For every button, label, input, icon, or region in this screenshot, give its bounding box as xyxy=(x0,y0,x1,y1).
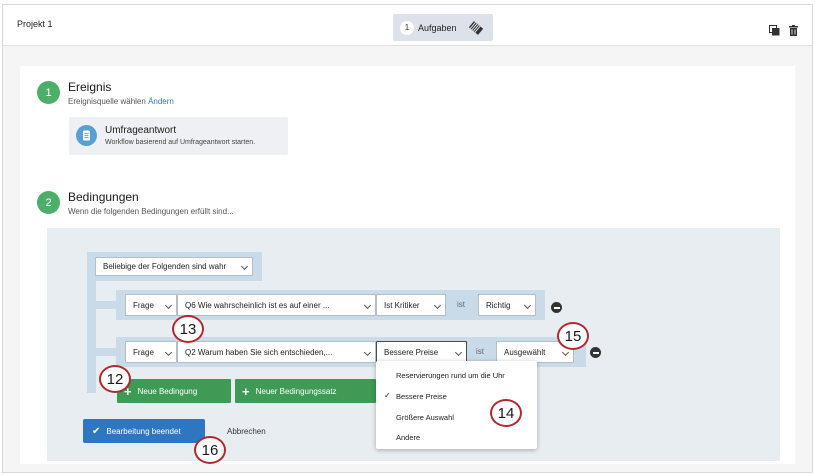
chevron-down-icon xyxy=(363,348,372,357)
add-condition-set-button[interactable]: + Neuer Bedingungssatz xyxy=(235,379,376,403)
chevron-down-icon xyxy=(164,301,173,310)
top-bar: Projekt 1 1 Aufgaben xyxy=(3,5,812,46)
row-connector xyxy=(96,301,117,309)
condition-question-value: Q6 Wie wahrscheinlich ist es auf einer .… xyxy=(185,300,330,310)
event-subtitle: Ereignisquelle wählen Ändern xyxy=(68,97,174,106)
event-subtitle-text: Ereignisquelle wählen xyxy=(68,97,146,106)
copy-icon[interactable] xyxy=(769,25,780,36)
conditions-subtitle: Wenn die folgenden Bedingungen erfüllt s… xyxy=(68,207,234,216)
condition-field-select[interactable]: Bessere Preise xyxy=(376,341,467,363)
cancel-link[interactable]: Abbrechen xyxy=(227,427,266,436)
change-event-link[interactable]: Ändern xyxy=(148,97,174,106)
group-logic-select[interactable]: Beliebige der Folgenden sind wahr xyxy=(95,257,253,276)
callout-marker: 14 xyxy=(490,399,522,427)
callout-marker: 12 xyxy=(99,365,131,393)
dropdown-option[interactable]: Größere Auswahl xyxy=(396,413,454,422)
trash-icon[interactable] xyxy=(788,25,799,36)
condition-type-select[interactable]: Frage xyxy=(125,294,177,316)
callout-marker: 13 xyxy=(172,315,204,343)
row-connector xyxy=(96,348,117,356)
condition-value: Richtig xyxy=(486,300,511,310)
step-number-event: 1 xyxy=(37,81,60,104)
chevron-down-icon xyxy=(433,301,442,310)
survey-icon xyxy=(76,125,97,146)
condition-value: Ausgewählt xyxy=(504,347,546,357)
tasks-label: Aufgaben xyxy=(418,22,457,33)
add-condition-label: Neue Bedingung xyxy=(137,386,198,396)
conditions-title: Bedingungen xyxy=(68,190,139,204)
checkmark-icon: ✓ xyxy=(384,391,391,400)
add-condition-set-label: Neuer Bedingungssatz xyxy=(255,386,337,396)
add-condition-button[interactable]: + Neue Bedingung xyxy=(117,379,231,403)
finish-editing-button[interactable]: ✔ Bearbeitung beendet xyxy=(83,419,205,443)
condition-type-value: Frage xyxy=(133,347,154,357)
group-logic-value: Beliebige der Folgenden sind wahr xyxy=(103,262,227,271)
remove-condition-icon[interactable] xyxy=(551,302,562,313)
condition-operator: ist xyxy=(457,300,465,309)
chevron-down-icon xyxy=(240,262,249,271)
tasks-button[interactable]: 1 Aufgaben xyxy=(393,14,493,41)
chevron-down-icon xyxy=(164,348,173,357)
finish-editing-label: Bearbeitung beendet xyxy=(106,426,181,436)
condition-field-select[interactable]: Ist Kritiker xyxy=(376,294,446,316)
callout-marker: 15 xyxy=(557,322,589,350)
condition-question-select[interactable]: Q6 Wie wahrscheinlich ist es auf einer .… xyxy=(177,294,376,316)
event-source-title: Umfrageantwort xyxy=(105,125,177,136)
plus-icon: + xyxy=(242,383,250,399)
condition-group-line xyxy=(87,280,96,393)
chevron-down-icon xyxy=(523,301,532,310)
event-source-description: Workflow basierend auf Umfrageantwort st… xyxy=(105,139,256,146)
condition-type-select[interactable]: Frage xyxy=(125,341,177,363)
checkmark-icon: ✔ xyxy=(92,425,101,437)
remove-condition-icon[interactable] xyxy=(590,347,601,358)
condition-field-value: Bessere Preise xyxy=(384,347,439,357)
condition-value-select[interactable]: Richtig xyxy=(478,294,536,316)
tasks-count-badge: 1 xyxy=(400,20,414,35)
dropdown-option[interactable]: Reservierungen rund um die Uhr xyxy=(396,371,505,380)
condition-operator: ist xyxy=(476,347,484,356)
dropdown-option-selected[interactable]: Bessere Preise xyxy=(396,392,447,401)
chevron-down-icon xyxy=(561,348,570,357)
condition-type-value: Frage xyxy=(133,300,154,310)
condition-question-value: Q2 Warum haben Sie sich entschieden,... xyxy=(185,347,333,357)
chevron-down-icon xyxy=(454,348,463,357)
task-tag-icon xyxy=(468,21,484,35)
dropdown-option[interactable]: Andere xyxy=(396,433,420,442)
event-source-card[interactable]: Umfrageantwort Workflow basierend auf Um… xyxy=(69,117,288,155)
condition-question-select[interactable]: Q2 Warum haben Sie sich entschieden,... xyxy=(177,341,376,363)
condition-field-value: Ist Kritiker xyxy=(384,300,420,310)
project-name: Projekt 1 xyxy=(17,19,53,29)
step-number-conditions: 2 xyxy=(37,191,60,214)
chevron-down-icon xyxy=(363,301,372,310)
event-title: Ereignis xyxy=(68,80,112,94)
callout-marker: 16 xyxy=(194,436,226,464)
